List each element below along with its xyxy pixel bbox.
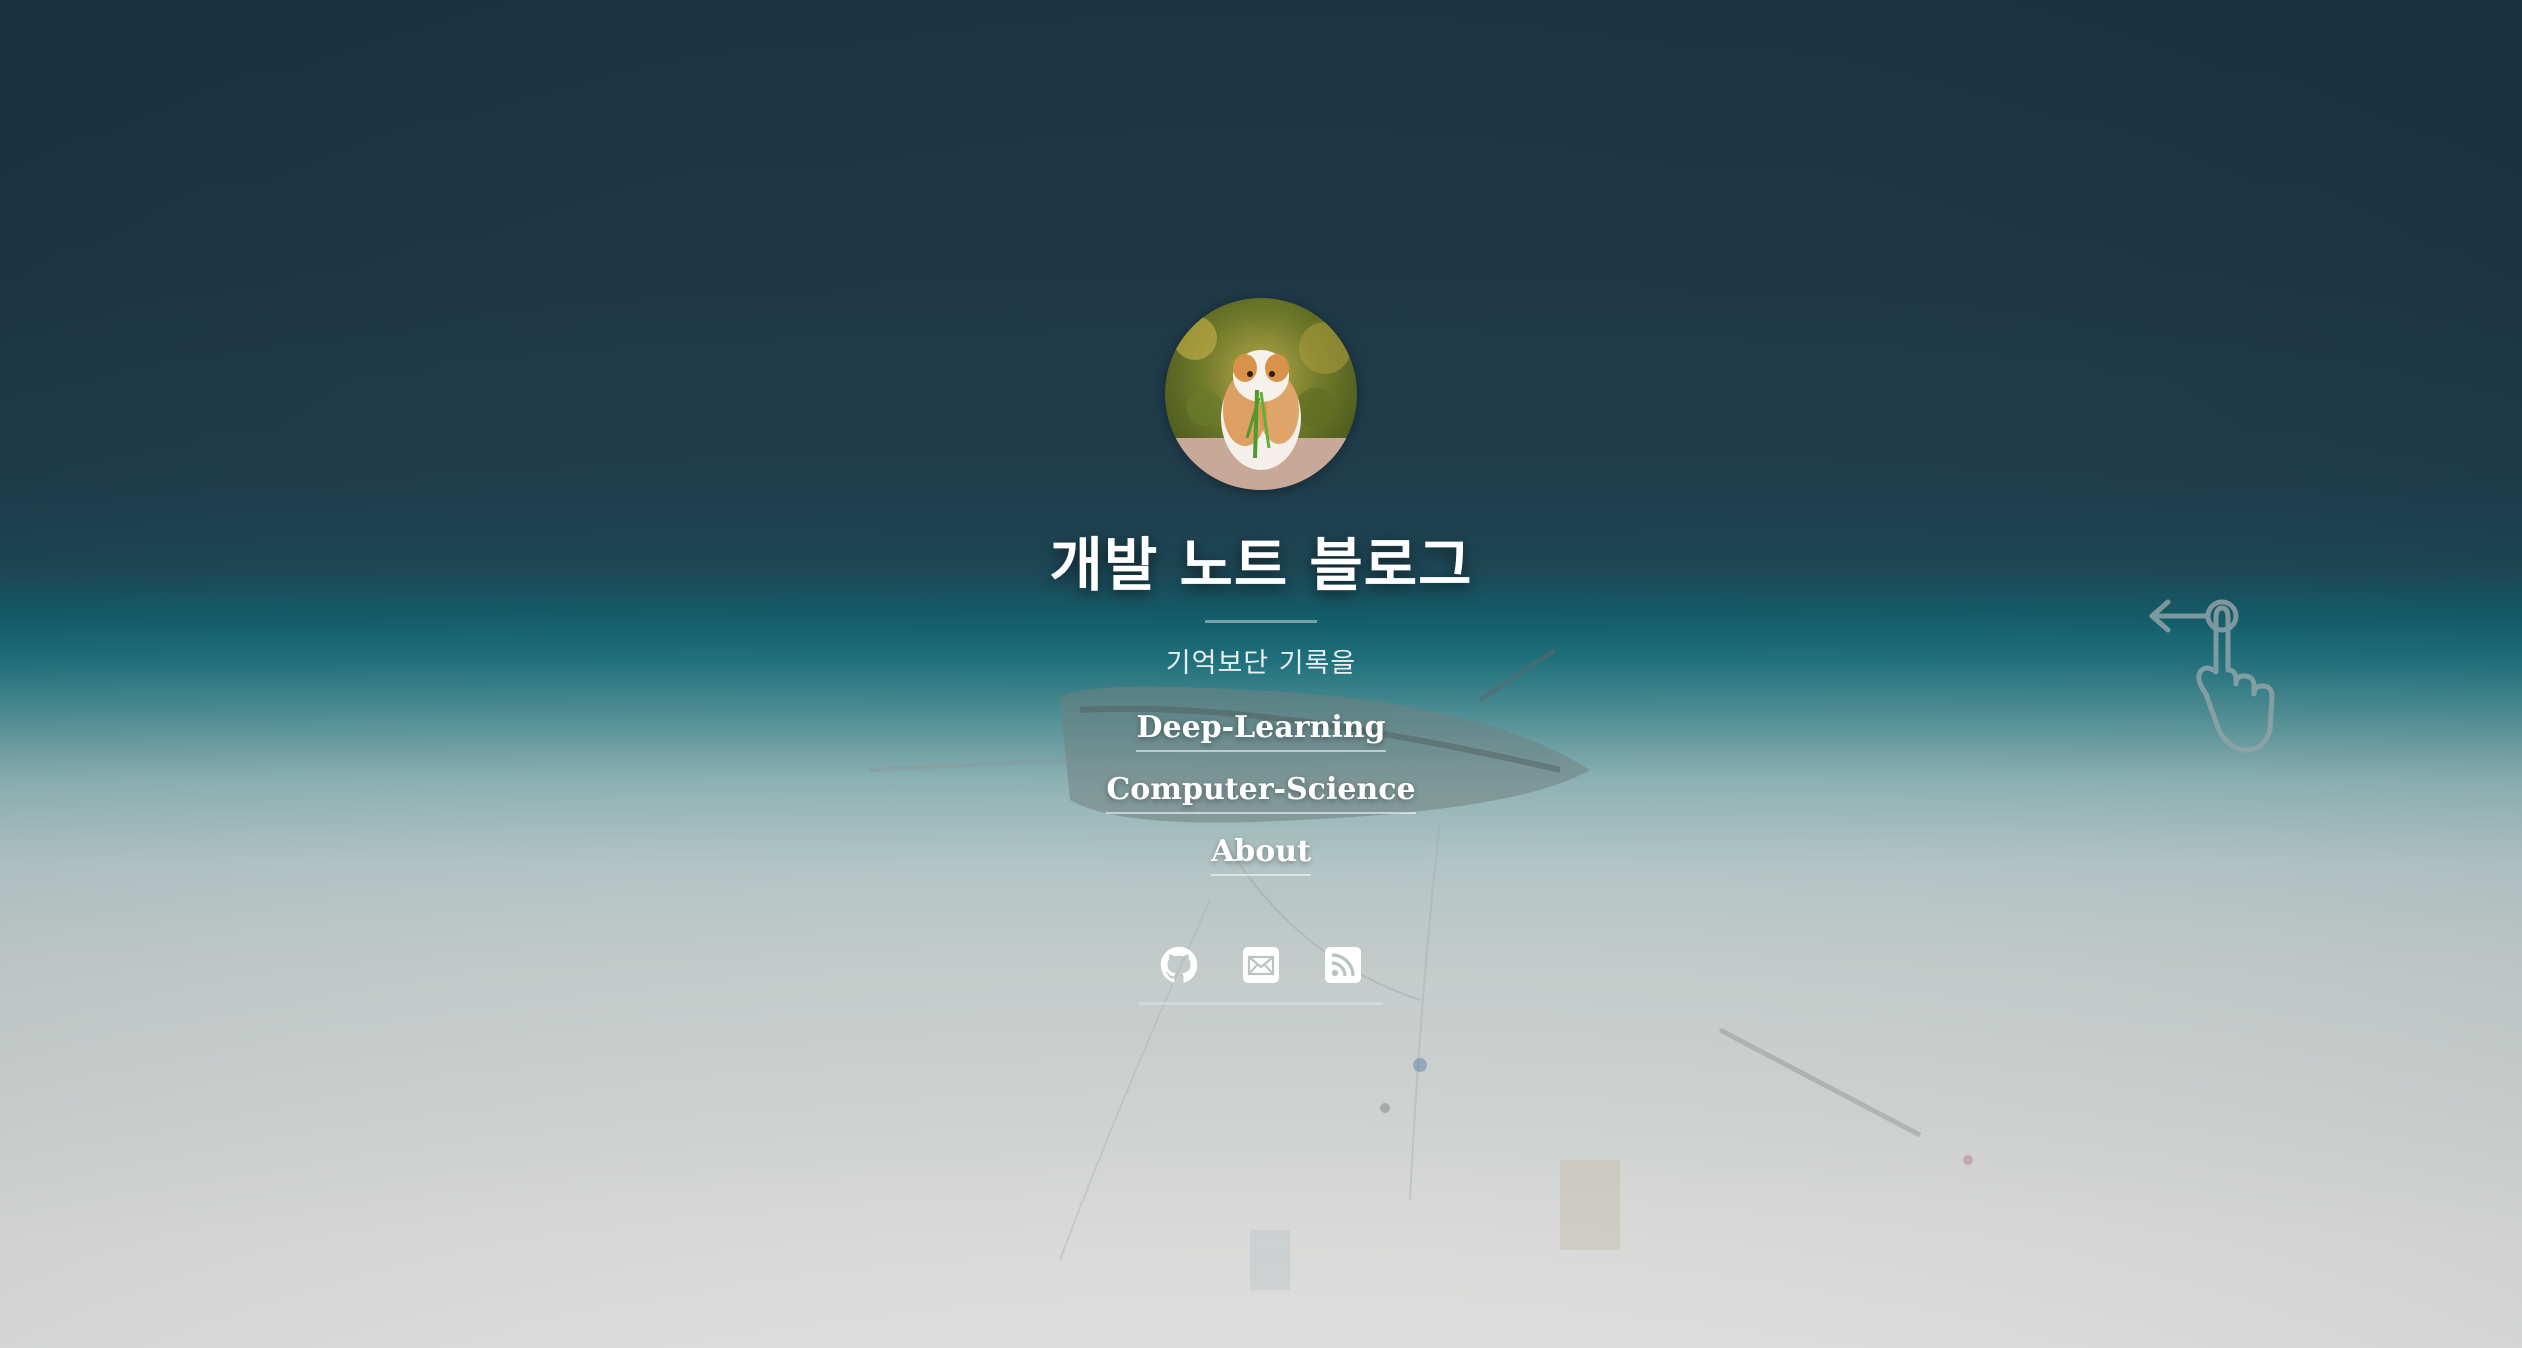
nav-link-deep-learning[interactable]: Deep-Learning [1136,710,1386,752]
guinea-pig-avatar-image [1165,298,1357,490]
main-nav: Deep-Learning Computer-Science About [1106,710,1416,876]
github-icon[interactable] [1160,946,1198,984]
site-title[interactable]: 개발 노트 블로그 [1050,533,1473,598]
mail-icon[interactable] [1242,946,1280,984]
social-links [1160,946,1362,984]
page-background: 개발 노트 블로그 기억보단 기록을 Deep-Learning Compute… [0,0,2522,1348]
nav-link-about[interactable]: About [1211,834,1311,876]
avatar[interactable] [1165,298,1357,490]
rss-icon[interactable] [1324,946,1362,984]
title-divider [1205,619,1317,623]
bottom-divider [1139,1001,1383,1005]
swipe-left-hand-icon [2149,599,2275,753]
profile-column: 개발 노트 블로그 기억보단 기록을 Deep-Learning Compute… [0,298,2522,1005]
site-subtitle: 기억보단 기록을 [1165,647,1357,679]
nav-link-computer-science[interactable]: Computer-Science [1106,772,1416,814]
